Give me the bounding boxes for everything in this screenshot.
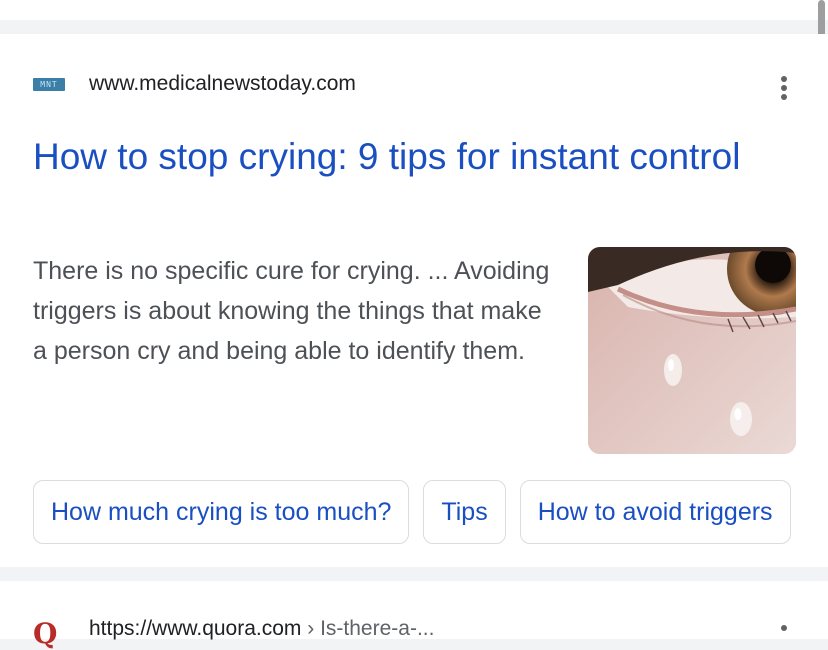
chip-how-much-crying[interactable]: How much crying is too much? — [33, 480, 410, 544]
related-chips: How much crying is too much? Tips How to a… — [33, 480, 828, 544]
result-snippet: There is no specific cure for crying. ..… — [33, 257, 550, 365]
chip-how-to-avoid-triggers[interactable]: How to avoid triggers — [519, 480, 791, 544]
site-favicon-icon: MNT — [33, 78, 65, 91]
quora-site-url[interactable]: https://www.quora.com › Is-there-a-... — [89, 617, 434, 641]
more-options-icon[interactable] — [776, 625, 792, 631]
search-result-card: MNT www.medicalnewstoday.com How to stop… — [0, 34, 828, 567]
chip-tips[interactable]: Tips — [423, 480, 506, 544]
more-options-icon[interactable] — [776, 76, 792, 106]
search-result-card-quora: Q https://www.quora.com › Is-there-a-... — [0, 581, 828, 648]
result-title-link[interactable]: How to stop crying: 9 tips for instant c… — [33, 130, 753, 183]
site-url[interactable]: www.medicalnewstoday.com — [89, 72, 356, 96]
result-thumbnail-image[interactable] — [588, 247, 796, 454]
quora-favicon-icon: Q — [33, 617, 58, 650]
quora-breadcrumb[interactable]: › Is-there-a-... — [307, 617, 434, 640]
previous-result-bottom — [0, 0, 828, 20]
quora-url-text[interactable]: https://www.quora.com — [89, 617, 301, 640]
